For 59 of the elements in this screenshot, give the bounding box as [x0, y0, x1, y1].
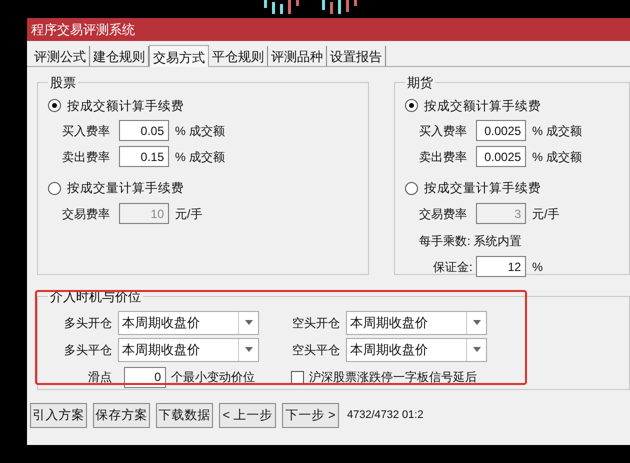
caret-icon: [472, 320, 480, 325]
tab[interactable]: 设置报告: [327, 46, 386, 66]
input-field[interactable]: 0.0025: [476, 146, 526, 168]
radio-button[interactable]: [48, 182, 61, 196]
caret-icon: [244, 320, 252, 325]
field-label: 交易费率: [419, 206, 468, 222]
button[interactable]: < 上一步: [219, 403, 276, 428]
caret-icon: [472, 347, 480, 352]
window-title: 程序交易评测系统: [31, 20, 135, 39]
tab[interactable]: 评测公式: [31, 46, 90, 66]
field-label: 交易费率: [62, 206, 111, 222]
checkbox-label: 沪深股票涨跌停一字板信号延后: [309, 369, 477, 386]
unit-label: %: [532, 258, 543, 276]
unit-label: 元/手: [532, 206, 560, 222]
input-field[interactable]: 0: [124, 366, 166, 388]
unit-label: 个最小变动价位: [171, 369, 256, 386]
unit-label: % 成交额: [175, 122, 226, 140]
tab[interactable]: 评测品种: [268, 46, 327, 66]
tab[interactable]: 交易方式: [149, 45, 209, 67]
field-label: 卖出费率: [62, 148, 111, 166]
dropdown[interactable]: 本周期收盘价: [346, 338, 487, 362]
field-label: 滑点: [88, 369, 113, 386]
button[interactable]: 引入方案: [30, 403, 87, 428]
button[interactable]: 保存方案: [93, 403, 150, 428]
radio-button[interactable]: [405, 182, 418, 196]
input-field[interactable]: 0.05: [119, 120, 169, 142]
radio-label: 按成交量计算手续费: [67, 180, 184, 198]
field-label: 空头平仓: [291, 342, 341, 358]
field-label: 保证金:: [433, 258, 474, 276]
unit-label: 元/手: [175, 206, 202, 222]
caret-icon: [244, 347, 252, 352]
field-label: 买入费率: [419, 122, 468, 140]
dropdown[interactable]: 本周期收盘价: [346, 310, 487, 334]
group-title: 股票: [49, 74, 77, 92]
unit-label: % 成交额: [175, 148, 226, 166]
input-field[interactable]: 0.15: [119, 146, 169, 168]
tab[interactable]: 平仓规则: [209, 46, 268, 66]
dropdown[interactable]: 本周期收盘价: [118, 310, 259, 334]
field-label: 多头平仓: [63, 342, 113, 358]
unit-label: % 成交额: [532, 122, 582, 140]
radio-label: 按成交额计算手续费: [67, 98, 184, 114]
field-label: 空头开仓: [291, 314, 341, 332]
button[interactable]: 下一步 >: [282, 403, 339, 428]
radio-button[interactable]: [405, 99, 418, 112]
status-text: 4732/4732 01:2: [347, 408, 424, 424]
group-title: 期货: [406, 74, 434, 92]
dropdown[interactable]: 本周期收盘价: [118, 338, 259, 362]
radio-button[interactable]: [48, 99, 61, 112]
radio-label: 按成交量计算手续费: [424, 180, 542, 198]
radio-label: 按成交额计算手续费: [424, 98, 542, 114]
button[interactable]: 下载数据: [156, 403, 213, 428]
field-label: 多头开仓: [63, 314, 113, 332]
field-label: 买入费率: [62, 122, 111, 140]
info-text: 每手乘数: 系统内置: [419, 234, 522, 248]
input-field[interactable]: 12: [476, 256, 526, 277]
unit-label: % 成交额: [532, 148, 582, 166]
input-field[interactable]: 0.0025: [476, 120, 526, 142]
field-label: 卖出费率: [419, 148, 468, 166]
checkbox[interactable]: [291, 370, 304, 384]
